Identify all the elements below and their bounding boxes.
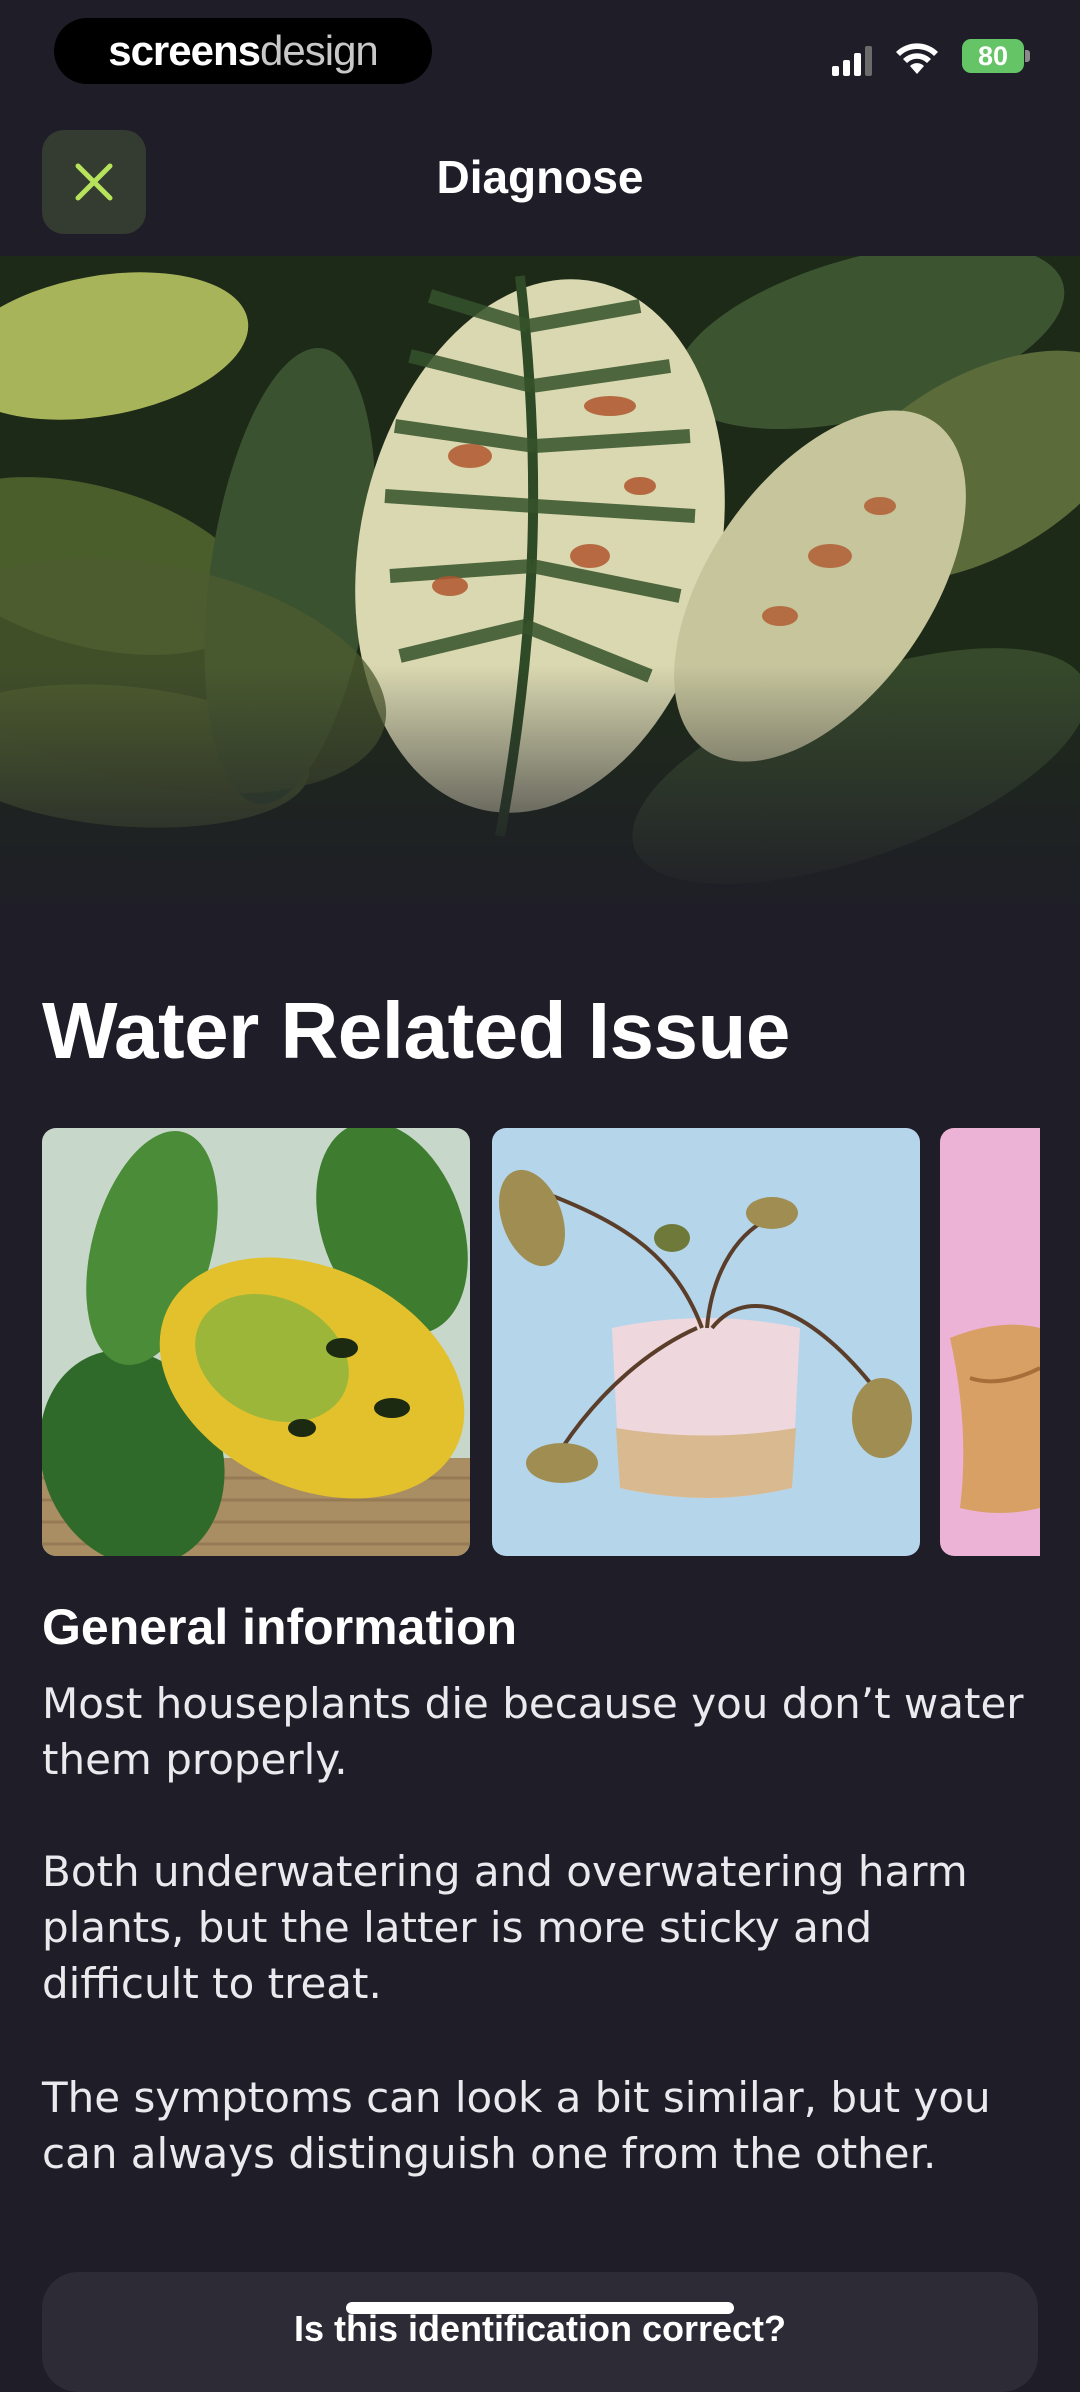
battery-indicator: 80 bbox=[962, 39, 1024, 73]
gallery-image-yellowing-leaf[interactable] bbox=[42, 1128, 470, 1556]
battery-tip bbox=[1025, 50, 1030, 62]
info-paragraph: Most houseplants die because you don’t w… bbox=[42, 1679, 1024, 1784]
identification-question: Is this identification correct? bbox=[293, 2308, 787, 2349]
gallery-image-drooping-plant[interactable] bbox=[492, 1128, 920, 1556]
cellular-signal-icon bbox=[832, 44, 876, 76]
info-paragraph: Both underwatering and overwatering harm… bbox=[42, 1847, 968, 2008]
home-indicator bbox=[346, 2302, 734, 2314]
gallery-image-dried-leaf[interactable] bbox=[940, 1128, 1040, 1556]
hero-plant-image bbox=[0, 256, 1080, 916]
wifi-icon bbox=[894, 40, 940, 76]
general-info-heading: General information bbox=[42, 1599, 518, 1655]
info-paragraph: The symptoms can look a bit similar, but… bbox=[42, 2073, 991, 2178]
issue-title: Water Related Issue bbox=[42, 986, 790, 1075]
page-title: Diagnose bbox=[436, 151, 644, 203]
screensdesign-logo: screens design bbox=[54, 18, 432, 84]
